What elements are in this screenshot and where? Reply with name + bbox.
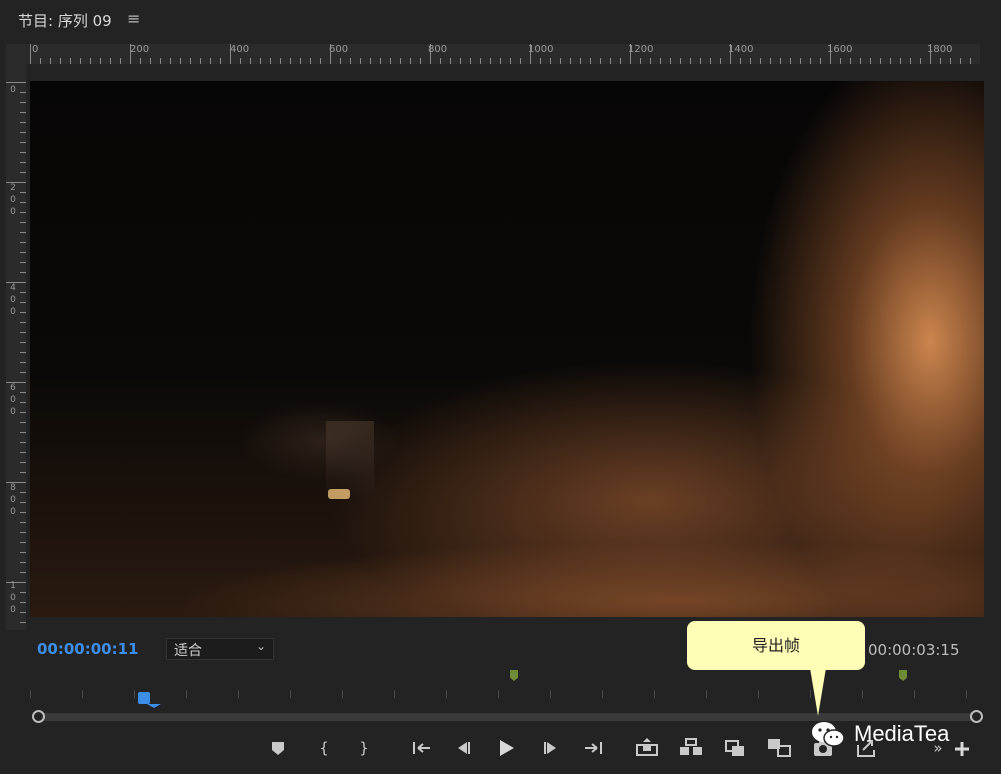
ruler-label: 2 0 0 <box>10 183 16 217</box>
timeline-tick <box>238 690 239 698</box>
export-frame-tooltip: 导出帧 <box>687 621 865 670</box>
mark-out-button[interactable]: } <box>350 735 378 761</box>
ruler-label: 400 <box>230 44 250 55</box>
ruler-label: 800 <box>428 44 448 55</box>
timeline-tick <box>186 690 187 698</box>
ruler-corner <box>6 44 26 64</box>
ruler-label: 1000 <box>528 44 554 55</box>
timeline-tick <box>342 690 343 698</box>
step-back-icon <box>458 742 470 754</box>
timeline-tick <box>30 690 31 698</box>
ruler-label: 8 0 0 <box>10 483 16 517</box>
mark-in-icon: { <box>319 739 329 757</box>
plus-icon <box>955 742 969 756</box>
go-to-out-icon <box>585 742 602 754</box>
playhead[interactable] <box>138 692 150 704</box>
fit-zoom-select[interactable]: 适合 ⌄ <box>166 638 274 660</box>
timeline-tick <box>498 690 499 698</box>
play-button[interactable] <box>492 735 520 761</box>
go-to-in-button[interactable] <box>407 735 435 761</box>
current-timecode[interactable]: 00:00:00:11 <box>37 640 139 658</box>
ruler-label: 1800 <box>927 44 953 55</box>
timeline-tick <box>654 690 655 698</box>
vertical-ruler: 0 2 0 0 4 0 0 6 0 0 8 0 0 1 0 0 <box>6 64 26 630</box>
timeline-tick <box>290 690 291 698</box>
timeline-tick <box>706 690 707 698</box>
timeline-tick <box>914 690 915 698</box>
comparison-icon <box>768 739 791 757</box>
watermark-text: MediaTea <box>854 721 950 746</box>
chevron-down-icon: ⌄ <box>255 639 266 653</box>
panel-header: 节目: 序列 09 ≡ <box>0 0 1001 40</box>
add-button[interactable] <box>948 735 976 761</box>
ruler-label: 0 <box>10 85 16 95</box>
go-to-out-button[interactable] <box>580 735 608 761</box>
mark-in-button[interactable]: { <box>310 735 338 761</box>
horizontal-ruler: 0 200 400 600 800 1000 1200 1400 1600 18… <box>26 44 980 64</box>
lift-button[interactable] <box>633 735 661 761</box>
proxy-icon <box>725 740 744 756</box>
ruler-label: 1 0 0 <box>10 581 16 615</box>
watermark: MediaTea <box>810 717 949 751</box>
vertical-ruler-ticks <box>6 82 26 623</box>
step-back-button[interactable] <box>449 735 477 761</box>
go-to-in-icon <box>413 742 430 754</box>
scroll-handle-left[interactable] <box>32 710 45 723</box>
fit-zoom-value: 适合 <box>174 643 202 659</box>
timeline-tick <box>134 690 135 698</box>
timeline-tick <box>862 690 863 698</box>
scroll-handle-right[interactable] <box>970 710 983 723</box>
timeline-tick <box>966 690 967 698</box>
toggle-proxies-button[interactable] <box>721 735 749 761</box>
step-forward-button[interactable] <box>537 735 565 761</box>
ruler-label: 1200 <box>628 44 654 55</box>
hamburger-menu-icon[interactable]: ≡ <box>127 9 140 28</box>
marker-icon[interactable] <box>899 670 907 681</box>
program-monitor-video[interactable] <box>30 81 984 617</box>
comparison-view-button[interactable] <box>765 735 793 761</box>
ruler-label: 4 0 0 <box>10 283 16 317</box>
tooltip-pointer <box>810 668 826 716</box>
timeline-tick <box>82 690 83 698</box>
ruler-label: 6 0 0 <box>10 383 16 417</box>
video-lamp-detail <box>328 489 350 499</box>
marker-icon <box>272 742 284 755</box>
ruler-label: 0 <box>32 44 39 55</box>
tooltip-label: 导出帧 <box>751 636 800 655</box>
playhead-pointer <box>147 704 161 708</box>
panel-title[interactable]: 节目: 序列 09 <box>18 10 112 31</box>
marker-icon[interactable] <box>510 670 518 681</box>
lift-icon <box>636 738 658 756</box>
extract-button[interactable] <box>677 735 705 761</box>
mark-out-icon: } <box>359 739 369 757</box>
ruler-label: 600 <box>329 44 349 55</box>
wechat-icon <box>812 722 845 747</box>
step-forward-icon <box>544 742 556 754</box>
duration-timecode: 00:00:03:15 <box>868 641 960 659</box>
ruler-label: 200 <box>130 44 150 55</box>
timeline-tick <box>602 690 603 698</box>
play-icon <box>500 740 514 756</box>
ruler-label: 1600 <box>827 44 853 55</box>
extract-icon <box>680 738 702 755</box>
timeline-tick <box>394 690 395 698</box>
timeline-tick <box>446 690 447 698</box>
timeline-tick <box>550 690 551 698</box>
timeline-tick <box>758 690 759 698</box>
add-marker-button[interactable] <box>264 735 292 761</box>
ruler-label: 1400 <box>728 44 754 55</box>
